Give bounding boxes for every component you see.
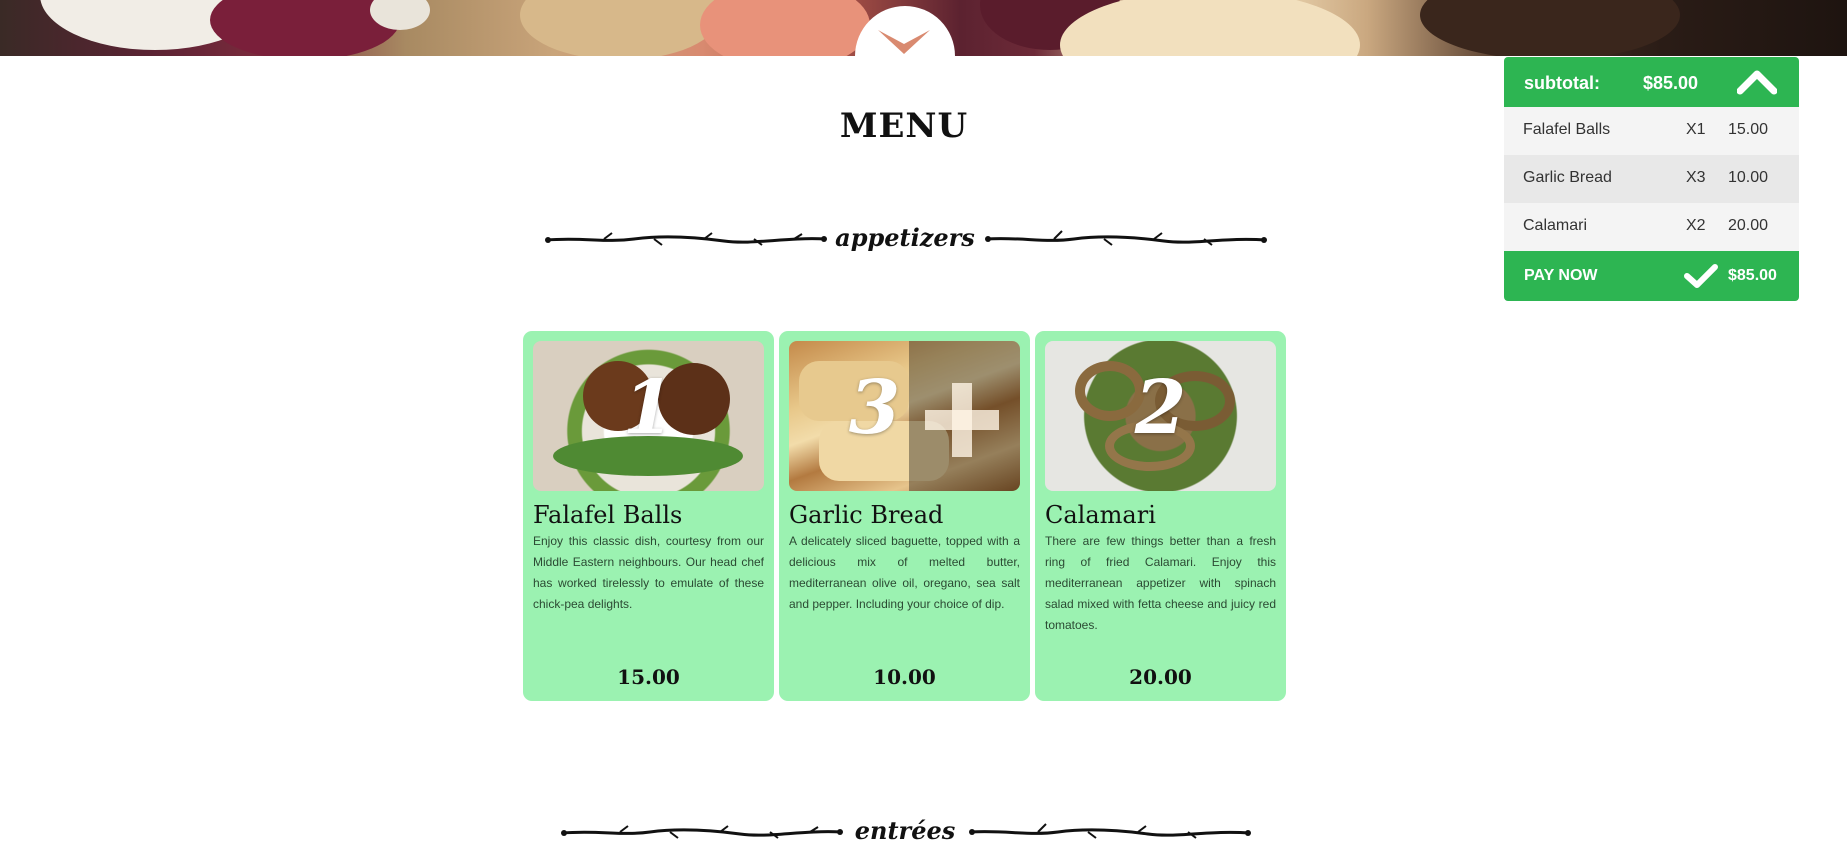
cart-row: Falafel Balls X1 15.00	[1504, 107, 1799, 155]
chevron-down-icon	[878, 30, 930, 54]
dish-price: 10.00	[873, 665, 936, 689]
vine-divider-right	[985, 230, 1267, 246]
menu-card-garlic-bread[interactable]: 3 Garlic Bread A delicately sliced bague…	[779, 331, 1030, 701]
dish-description: There are few things better than a fresh…	[1045, 534, 1276, 632]
dish-photo[interactable]: 2	[1045, 341, 1276, 491]
cart-item-name: Garlic Bread	[1523, 169, 1612, 186]
quantity-badge: 2	[1134, 365, 1187, 451]
dish-description: A delicately sliced baguette, topped wit…	[789, 534, 1020, 611]
cart-item-qty: X1	[1686, 121, 1706, 138]
cart-item-name: Falafel Balls	[1523, 121, 1611, 138]
vine-divider-right	[969, 823, 1251, 839]
menu-card-falafel-balls[interactable]: 1 Falafel Balls Enjoy this classic dish,…	[523, 331, 774, 701]
dish-photo[interactable]: 1	[533, 341, 764, 491]
quantity-badge: 1	[622, 365, 675, 451]
subtotal-amount: $85.00	[1643, 73, 1699, 93]
pay-now-label: PAY NOW	[1524, 267, 1598, 284]
section-header-entrees: entrées	[540, 812, 1270, 849]
dish-name: Falafel Balls	[533, 501, 683, 529]
subtotal-label: subtotal:	[1524, 73, 1600, 93]
plus-icon[interactable]	[925, 383, 999, 457]
cart-item-price: 10.00	[1728, 169, 1769, 186]
cart-items: Falafel Balls X1 15.00 Garlic Bread X3 1…	[1504, 107, 1799, 251]
dish-description: Enjoy this classic dish, courtesy from o…	[533, 534, 764, 611]
order-cart: subtotal: $85.00 Falafel Balls X1 15.00 …	[1504, 57, 1799, 301]
cart-item-qty: X3	[1686, 169, 1706, 186]
dish-price: 15.00	[617, 665, 680, 689]
menu-card-calamari[interactable]: 2 Calamari There are few things better t…	[1035, 331, 1286, 701]
cart-item-price: 20.00	[1728, 217, 1769, 234]
cart-item-qty: X2	[1686, 217, 1706, 234]
cart-subtotal-bar[interactable]: subtotal: $85.00	[1504, 57, 1799, 107]
dish-photo[interactable]: 3	[789, 341, 1020, 491]
section-header-appetizers: appetizers	[540, 219, 1270, 259]
check-icon	[1684, 264, 1718, 288]
pay-now-amount: $85.00	[1728, 267, 1777, 284]
pay-now-button[interactable]: PAY NOW $85.00	[1504, 251, 1799, 301]
chevron-up-icon[interactable]	[1737, 69, 1777, 95]
cart-row: Garlic Bread X3 10.00	[1504, 155, 1799, 203]
dish-name: Garlic Bread	[789, 501, 944, 529]
cart-item-price: 15.00	[1728, 121, 1769, 138]
dish-name: Calamari	[1045, 501, 1156, 529]
cart-row: Calamari X2 20.00	[1504, 203, 1799, 251]
dish-price: 20.00	[1129, 665, 1192, 689]
cart-item-name: Calamari	[1523, 217, 1588, 234]
